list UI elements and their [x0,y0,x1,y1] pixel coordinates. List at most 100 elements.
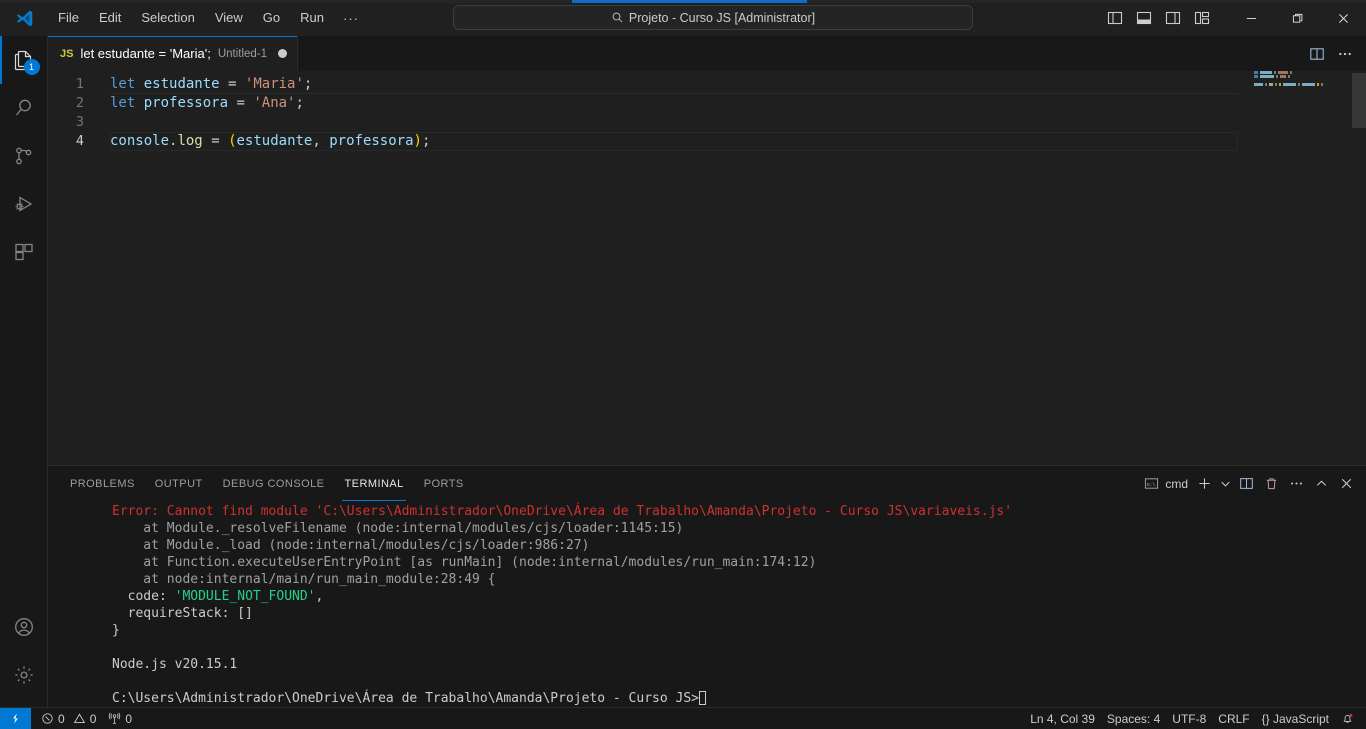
terminal-line: Error: Cannot find module 'C:\Users\Admi… [112,504,1013,519]
terminal-name-label: cmd [1165,476,1188,491]
menu-overflow-icon[interactable]: ··· [334,8,368,29]
window-progress-bar [0,0,1366,3]
error-icon [42,713,53,724]
editor-position[interactable]: Ln 4, Col 39 [1024,708,1101,729]
line-number: 1 [75,76,84,92]
line-number: 3 [75,114,84,130]
close-panel-icon[interactable] [1334,472,1358,496]
code-line[interactable]: 3 [48,113,1366,132]
terminal-line: C:\Users\Administrador\OneDrive\Área de … [112,690,1366,707]
hide-panel-icon[interactable] [1309,472,1333,496]
menu-selection[interactable]: Selection [132,6,203,30]
sidebar-item-source-control[interactable] [0,132,48,180]
activity-bar: 1 [0,36,48,707]
notifications-bell[interactable] [1335,708,1360,729]
sidebar-item-explorer[interactable]: 1 [0,36,48,84]
title-bar: File Edit Selection View Go Run ··· ← → … [0,0,1366,36]
extensions-icon [14,243,33,261]
tab-title: let estudante = 'Maria'; [80,46,211,61]
ports-status[interactable]: 0 [102,708,138,729]
search-icon [612,12,623,23]
editor-actions [1304,36,1366,71]
panel-tab-ports[interactable]: PORTS [414,466,474,501]
layout-controls [1101,4,1216,32]
toggle-secondary-sidebar-icon[interactable] [1159,4,1187,32]
code-line[interactable]: 2 let professora = 'Ana'; [48,94,1366,113]
editor-group: JS let estudante = 'Maria'; Untitled-1 1… [48,36,1366,707]
code-line[interactable]: 4 console.log = (estudante, professora); [48,132,1366,151]
code-editor[interactable]: 1 let estudante = 'Maria'; 2 let professora… [48,71,1366,465]
warning-count: 0 [89,711,97,726]
gear-icon [14,666,33,684]
menu-edit[interactable]: Edit [90,6,130,30]
command-center-search[interactable]: Projeto - Curso JS [Administrator] [453,5,973,30]
toggle-primary-sidebar-icon[interactable] [1101,4,1129,32]
account-icon [14,618,33,636]
split-editor-right-icon[interactable] [1304,41,1330,67]
scrollbar-thumb[interactable] [1352,73,1366,128]
terminal-line: Node.js v20.15.1 [112,657,238,672]
terminal-tab-icon[interactable]: C:\ [1139,472,1163,496]
editor-encoding[interactable]: UTF-8 [1166,708,1212,729]
menu-view[interactable]: View [206,6,252,30]
sidebar-item-run-and-debug[interactable] [0,180,48,228]
panel-more-actions-icon[interactable] [1284,472,1308,496]
terminal-line: } [112,623,120,638]
panel-tab-debug-console[interactable]: DEBUG CONSOLE [213,466,335,501]
panel-tab-terminal[interactable]: TERMINAL [334,466,413,501]
window-minimize-button[interactable] [1228,0,1274,36]
editor-more-actions-icon[interactable] [1332,41,1358,67]
window-maximize-button[interactable] [1274,0,1320,36]
panel-tab-label: PROBLEMS [70,477,135,490]
problems-status[interactable]: 0 0 [35,708,102,729]
panel-tab-output[interactable]: OUTPUT [145,466,213,501]
title-bar-right [1101,0,1366,36]
minimap-line [1238,75,1352,78]
workbench-body: 1 JS let estudante = 'Maria'; Untitled-1… [0,36,1366,707]
terminal-output[interactable]: Error: Cannot find module 'C:\Users\Admi… [48,501,1366,707]
editor-eol[interactable]: CRLF [1212,708,1255,729]
split-terminal-icon[interactable] [1234,472,1258,496]
manage-settings-button[interactable] [0,651,48,699]
editor-indentation[interactable]: Spaces: 4 [1101,708,1166,729]
editor-minimap[interactable] [1238,71,1352,465]
line-source: console.log = (estudante, professora); [110,133,431,149]
minimap-line [1238,71,1352,74]
editor-vertical-scrollbar[interactable] [1352,71,1366,465]
remote-host-button[interactable] [0,707,31,729]
command-center-label: Projeto - Curso JS [Administrator] [628,10,816,25]
terminal-profile-dropdown-icon[interactable] [1217,472,1233,496]
toggle-panel-icon[interactable] [1130,4,1158,32]
menu-file[interactable]: File [49,6,88,30]
kill-terminal-icon[interactable] [1259,472,1283,496]
tab-dirty-indicator[interactable] [278,49,288,58]
editor-language[interactable]: {} JavaScript [1256,708,1335,729]
sidebar-item-search[interactable] [0,84,48,132]
new-terminal-icon[interactable] [1192,472,1216,496]
window-close-button[interactable] [1320,0,1366,36]
javascript-file-icon: JS [60,47,74,60]
code-line[interactable]: 1 let estudante = 'Maria'; [48,75,1366,94]
explorer-badge-count: 1 [23,59,40,75]
accounts-button[interactable] [0,603,48,651]
panel-tab-problems[interactable]: PROBLEMS [60,466,145,501]
editor-tab[interactable]: JS let estudante = 'Maria'; Untitled-1 [48,36,299,71]
search-icon [15,99,31,116]
customize-layout-icon[interactable] [1188,4,1216,32]
sidebar-item-extensions[interactable] [0,228,48,276]
editor-position-label: Ln 4, Col 39 [1030,711,1095,726]
minimap-line [1238,83,1352,86]
terminal-line: requireStack: [] [112,606,253,621]
vscode-logo-icon [0,9,48,28]
terminal-cursor [699,691,706,705]
error-count: 0 [58,711,65,726]
bell-dot-icon [1343,713,1353,723]
menu-go[interactable]: Go [254,6,289,30]
menu-run[interactable]: Run [291,6,333,30]
editor-eol-label: CRLF [1218,711,1250,726]
status-bar-left: 0 0 0 [35,708,138,729]
radio-tower-icon [109,712,121,724]
warning-icon [73,713,85,724]
panel-tab-label: TERMINAL [344,477,404,490]
